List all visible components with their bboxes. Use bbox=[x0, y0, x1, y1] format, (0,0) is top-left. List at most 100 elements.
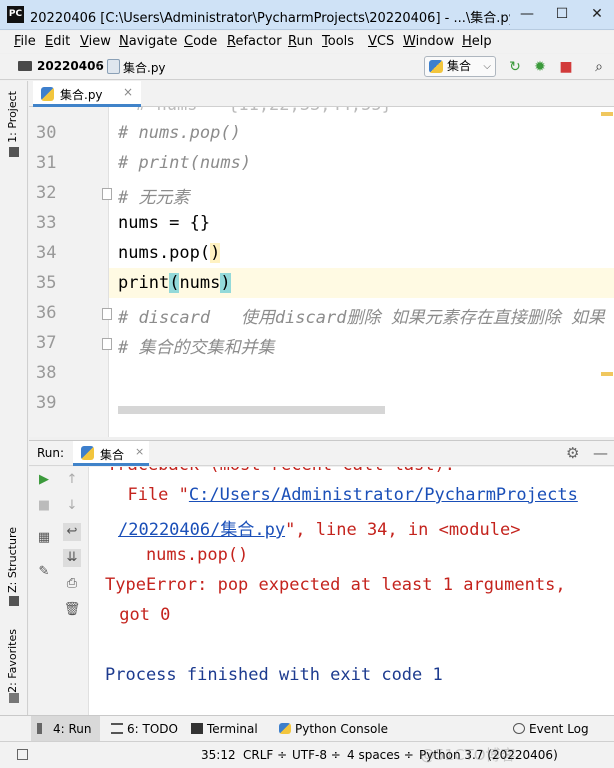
file-link[interactable]: C:/Users/Administrator/PycharmProjects bbox=[189, 485, 578, 505]
event-log-tool-button[interactable]: Event Log bbox=[513, 722, 589, 736]
rerun-icon[interactable]: ↻ bbox=[505, 57, 525, 77]
project-tool-tab[interactable]: 1: Project bbox=[6, 91, 19, 143]
menu-vcs[interactable]: VCS bbox=[368, 34, 394, 49]
terminal-tool-button[interactable]: Terminal bbox=[191, 722, 258, 736]
run-tab-label: 集合 bbox=[100, 448, 125, 462]
search-icon[interactable]: ⌕ bbox=[589, 57, 609, 77]
code-line: # 集合的交集和并集 bbox=[118, 338, 275, 358]
menu-tools[interactable]: Tools bbox=[322, 34, 354, 49]
scroll-to-end-icon[interactable]: ⇊ bbox=[63, 549, 81, 567]
code-line-partial: # nums = {11,22,33,44,55} bbox=[136, 107, 392, 115]
caret-position[interactable]: 35:12 bbox=[201, 748, 236, 762]
line-number: 31 bbox=[36, 153, 57, 173]
python-icon bbox=[279, 723, 291, 734]
soft-wrap-icon[interactable]: ↩ bbox=[63, 523, 81, 541]
line-number: 34 bbox=[36, 243, 57, 263]
line-number: 37 bbox=[36, 333, 57, 353]
line-number: 33 bbox=[36, 213, 57, 233]
line-separator-select[interactable]: CRLF ÷ bbox=[243, 748, 287, 762]
breadcrumb-file[interactable]: 集合.py bbox=[123, 59, 166, 76]
encoding-select[interactable]: UTF-8 ÷ bbox=[292, 748, 341, 762]
editor-tab-label: 集合.py bbox=[60, 88, 103, 102]
menu-bar: File Edit View Navigate Code Refactor Ru… bbox=[0, 31, 614, 53]
python-file-icon bbox=[107, 59, 120, 74]
menu-edit[interactable]: Edit bbox=[45, 34, 70, 49]
horizontal-scrollbar[interactable] bbox=[118, 406, 385, 414]
stop-icon[interactable]: ■ bbox=[556, 57, 576, 77]
left-tool-stripe: 1: Project Z: Structure 2: Favorites bbox=[0, 81, 28, 715]
menu-help[interactable]: Help bbox=[462, 34, 492, 49]
code-editor[interactable]: # nums = {11,22,33,44,55} 30 # nums.pop(… bbox=[29, 107, 614, 437]
code-line-34: nums.pop() bbox=[118, 243, 221, 263]
layout-icon[interactable]: ▦ bbox=[35, 529, 53, 547]
line-number: 30 bbox=[36, 123, 57, 143]
python-icon bbox=[81, 446, 94, 460]
maximize-button[interactable]: ☐ bbox=[545, 0, 579, 30]
watermark: @51CTO博客 bbox=[420, 746, 516, 764]
editor-tab-jihe[interactable]: 集合.py × bbox=[33, 81, 141, 107]
tool-window-bar: 4: Run 6: TODO Terminal Python Console E… bbox=[0, 715, 614, 742]
console-file-line-cont: /20220406/集合.py", line 34, in <module> bbox=[118, 520, 521, 540]
gear-icon[interactable]: ⚙ bbox=[566, 444, 579, 462]
code-line: nums = {} bbox=[118, 213, 211, 233]
chevron-down-icon: ⌵ bbox=[483, 61, 491, 72]
line-number: 35 bbox=[36, 273, 57, 293]
code-line-35: print(nums) bbox=[118, 273, 231, 293]
status-bar: 35:12 CRLF ÷ UTF-8 ÷ 4 spaces ÷ Python 3… bbox=[0, 741, 614, 768]
list-icon bbox=[111, 723, 123, 734]
stop-icon[interactable]: ■ bbox=[35, 497, 53, 515]
line-number: 38 bbox=[36, 363, 57, 383]
rerun-icon[interactable]: ▶ bbox=[35, 471, 53, 489]
fold-marker-icon[interactable] bbox=[102, 338, 112, 350]
console-code-line: nums.pop() bbox=[105, 545, 249, 565]
arrow-down-icon[interactable]: ↓ bbox=[63, 497, 81, 515]
menu-view[interactable]: View bbox=[80, 34, 111, 49]
menu-run[interactable]: Run bbox=[288, 34, 313, 49]
minimize-button[interactable]: — bbox=[510, 0, 544, 30]
console-output[interactable]: Traceback (most recent call last): File … bbox=[89, 467, 614, 715]
run-tool-button[interactable]: 4: Run bbox=[31, 716, 100, 742]
debug-bug-icon[interactable]: ✹ bbox=[530, 57, 550, 77]
line-number: 32 bbox=[36, 183, 57, 203]
tool-windows-toggle-icon[interactable] bbox=[17, 749, 28, 760]
pycharm-logo-icon: PC bbox=[7, 6, 24, 23]
fold-marker-icon[interactable] bbox=[102, 308, 112, 320]
structure-tool-tab[interactable]: Z: Structure bbox=[6, 527, 19, 593]
python-console-tool-button[interactable]: Python Console bbox=[279, 722, 388, 736]
console-error-line: TypeError: pop expected at least 1 argum… bbox=[105, 575, 566, 595]
trash-icon[interactable]: 🗑 bbox=[63, 601, 81, 619]
hide-panel-icon[interactable]: — bbox=[593, 444, 608, 462]
menu-navigate[interactable]: Navigate bbox=[119, 34, 177, 49]
breadcrumb-separator: › bbox=[96, 58, 102, 73]
run-panel-header: Run: 集合 × ⚙ — bbox=[29, 440, 614, 466]
menu-code[interactable]: Code bbox=[184, 34, 217, 49]
menu-refactor[interactable]: Refactor bbox=[227, 34, 282, 49]
run-icon bbox=[37, 723, 49, 734]
arrow-up-icon[interactable]: ↑ bbox=[63, 471, 81, 489]
structure-icon bbox=[9, 596, 19, 606]
run-tab-jihe[interactable]: 集合 × bbox=[73, 441, 149, 466]
warning-stripe-marker[interactable] bbox=[601, 112, 613, 116]
code-line: # 无元素 bbox=[118, 188, 190, 208]
breadcrumb-project[interactable]: 20220406 bbox=[37, 59, 104, 73]
todo-tool-button[interactable]: 6: TODO bbox=[111, 722, 178, 736]
fold-marker-icon[interactable] bbox=[102, 188, 112, 200]
file-link[interactable]: /20220406/集合.py bbox=[118, 520, 285, 540]
code-line: # print(nums) bbox=[118, 153, 252, 173]
pin-icon[interactable]: ✎ bbox=[35, 563, 53, 581]
close-button[interactable]: ✕ bbox=[580, 0, 614, 30]
menu-window[interactable]: Window bbox=[403, 34, 454, 49]
warning-stripe-marker[interactable] bbox=[601, 372, 613, 376]
navigation-bar: 20220406 › 集合.py 集合 ⌵ ↻ ✹ ■ ⌕ bbox=[0, 54, 614, 80]
console-error-line: got 0 bbox=[109, 605, 171, 625]
terminal-icon bbox=[191, 723, 203, 734]
indent-select[interactable]: 4 spaces ÷ bbox=[347, 748, 414, 762]
folder-icon bbox=[18, 61, 32, 71]
menu-file[interactable]: File bbox=[14, 34, 36, 49]
close-tab-icon[interactable]: × bbox=[123, 85, 133, 99]
close-tab-icon[interactable]: × bbox=[135, 445, 144, 458]
print-icon[interactable]: ⎙ bbox=[63, 575, 81, 593]
favorites-tool-tab[interactable]: 2: Favorites bbox=[6, 629, 19, 693]
run-configuration-select[interactable]: 集合 ⌵ bbox=[424, 56, 496, 77]
console-traceback-line: Traceback (most recent call last): bbox=[107, 467, 455, 475]
